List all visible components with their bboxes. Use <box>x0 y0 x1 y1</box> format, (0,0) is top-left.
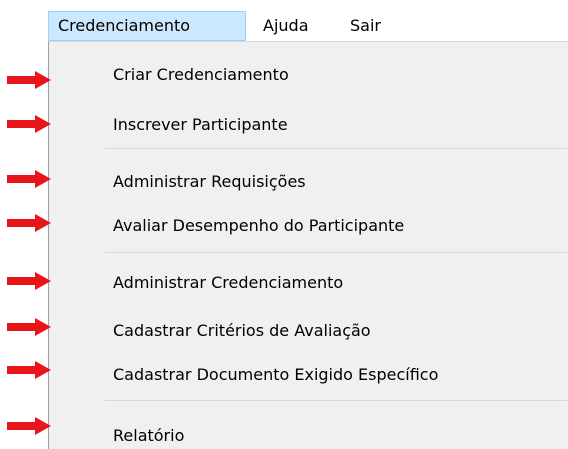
menu-item-label: Criar Credenciamento <box>113 65 289 84</box>
menu-item-administrar-requisicoes[interactable]: Administrar Requisições <box>49 166 568 199</box>
menu-separator <box>105 148 567 149</box>
menu-item-label: Administrar Credenciamento <box>113 273 344 292</box>
menu-item-label: Inscrever Participante <box>113 115 288 134</box>
red-arrow-icon <box>7 417 51 435</box>
menu-ajuda[interactable]: Ajuda <box>254 11 318 41</box>
menu-item-label: Cadastrar Documento Exigido Específico <box>113 365 439 384</box>
menu-item-label: Avaliar Desempenho do Participante <box>113 216 405 235</box>
red-arrow-icon <box>7 272 51 290</box>
red-arrow-icon <box>7 115 51 133</box>
menu-item-administrar-credenciamento[interactable]: Administrar Credenciamento <box>49 267 568 300</box>
menu-sair[interactable]: Sair <box>341 11 390 41</box>
menu-item-avaliar-desempenho[interactable]: Avaliar Desempenho do Participante <box>49 210 568 243</box>
menubar: Credenciamento Ajuda Sair <box>0 0 568 42</box>
menu-separator <box>105 252 567 253</box>
red-arrow-icon <box>7 318 51 336</box>
red-arrow-icon <box>7 214 51 232</box>
menu-item-label: Relatório <box>113 426 185 445</box>
red-arrow-icon <box>7 361 51 379</box>
red-arrow-icon <box>7 170 51 188</box>
red-arrow-icon <box>7 71 51 89</box>
menu-item-cadastrar-documento[interactable]: Cadastrar Documento Exigido Específico <box>49 359 568 392</box>
menu-separator <box>105 400 567 401</box>
menu-item-cadastrar-criterios[interactable]: Cadastrar Critérios de Avaliação <box>49 315 568 348</box>
menu-credenciamento[interactable]: Credenciamento <box>48 11 246 41</box>
menu-item-criar-credenciamento[interactable]: Criar Credenciamento <box>49 59 568 92</box>
menu-item-label: Cadastrar Critérios de Avaliação <box>113 321 371 340</box>
screenshot: Credenciamento Ajuda Sair Criar Credenci… <box>0 0 568 449</box>
menu-item-relatorio[interactable]: Relatório <box>49 420 568 449</box>
menu-item-inscrever-participante[interactable]: Inscrever Participante <box>49 109 568 142</box>
credenciamento-dropdown: Criar Credenciamento Inscrever Participa… <box>48 41 568 449</box>
menu-item-label: Administrar Requisições <box>113 172 306 191</box>
